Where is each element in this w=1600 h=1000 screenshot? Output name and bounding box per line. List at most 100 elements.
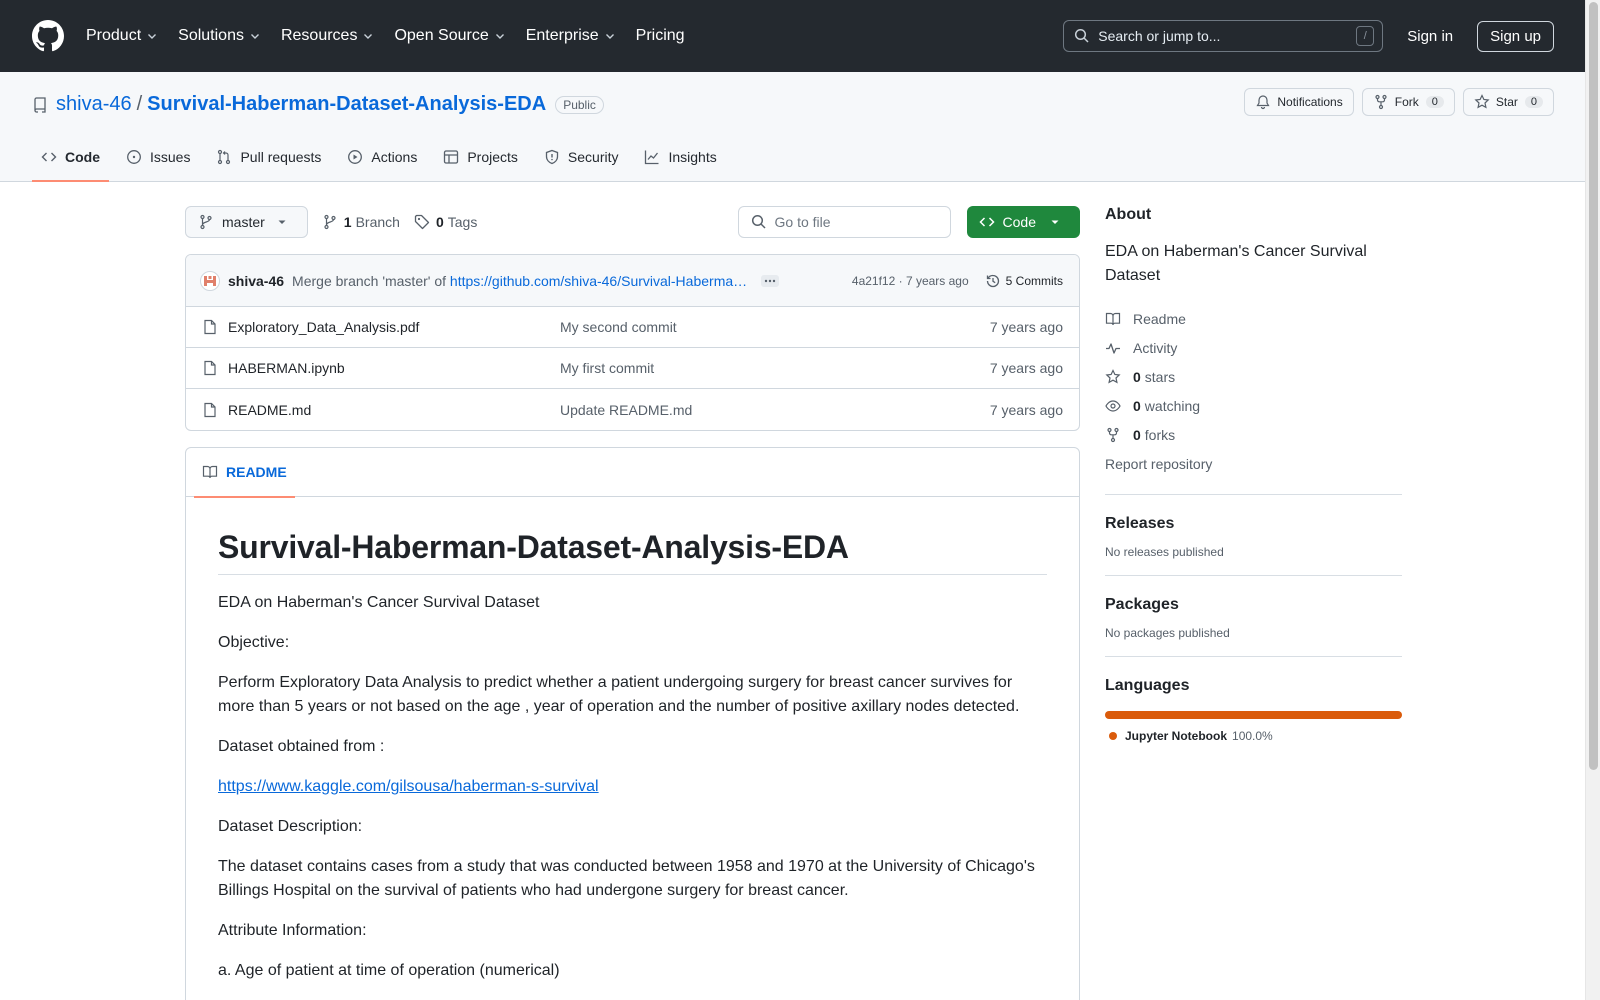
chevron-down-icon (364, 34, 373, 39)
nav-solutions[interactable]: Solutions (178, 27, 261, 45)
repo-icon (34, 96, 46, 113)
readme-link-label: Readme (1133, 310, 1186, 327)
tab-code[interactable]: Code (32, 133, 109, 182)
fork-label: Fork (1394, 95, 1419, 109)
tab-pull-requests-label: Pull requests (240, 149, 322, 165)
readme-paragraph: The dataset contains cases from a study … (218, 858, 1035, 899)
go-to-file-placeholder: Go to file (774, 214, 831, 230)
star-label: Star (1495, 95, 1518, 109)
shield-icon (545, 149, 559, 165)
nav-solutions-label: Solutions (178, 27, 244, 44)
file-name-link[interactable]: HABERMAN.ipynb (228, 360, 560, 376)
star-counter: 0 (1524, 96, 1543, 108)
page-scrollbar[interactable] (1585, 0, 1600, 1000)
stars-count: 0 (1133, 368, 1141, 385)
commit-message: Merge branch 'master' of https://github.… (292, 273, 747, 289)
file-icon (204, 360, 216, 376)
branch-selector[interactable]: master (185, 206, 308, 238)
scrollbar-thumb[interactable] (1589, 2, 1598, 770)
about-description: EDA on Haberman's Cancer Survival Datase… (1105, 243, 1367, 284)
commit-message-link[interactable]: https://github.com/shiva-46/Survival-Hab… (450, 273, 747, 289)
releases-empty-text: No releases published (1105, 545, 1224, 559)
file-row[interactable]: Exploratory_Data_Analysis.pdf My second … (186, 307, 1079, 348)
readme-link[interactable]: Readme (1105, 304, 1402, 333)
activity-link[interactable]: Activity (1105, 333, 1402, 362)
github-logo-icon[interactable] (32, 20, 86, 52)
languages-heading: Languages (1105, 677, 1190, 694)
watching-count: 0 (1133, 397, 1141, 414)
file-row[interactable]: HABERMAN.ipynb My first commit 7 years a… (186, 348, 1079, 389)
commits-count: 5 Commits (1005, 273, 1063, 288)
branches-link[interactable]: 1 Branch (322, 214, 400, 230)
tab-insights[interactable]: Insights (635, 133, 725, 181)
packages-heading[interactable]: Packages (1105, 596, 1402, 614)
caret-down-icon (278, 220, 286, 224)
report-repository-link[interactable]: Report repository (1105, 449, 1402, 478)
commit-author-link[interactable]: shiva-46 (228, 273, 284, 289)
tab-security[interactable]: Security (535, 133, 628, 181)
file-commit-age: 7 years ago (989, 401, 1063, 418)
commits-history-link[interactable]: 5 Commits (985, 273, 1063, 289)
language-color-dot (1109, 732, 1117, 740)
file-commit-message[interactable]: Update README.md (560, 402, 990, 418)
tab-projects[interactable]: Projects (434, 133, 527, 181)
forks-label: forks (1144, 426, 1176, 443)
file-commit-message[interactable]: My first commit (560, 360, 990, 376)
tab-projects-label: Projects (467, 149, 518, 165)
forks-link[interactable]: 0 forks (1105, 420, 1402, 449)
repo-header: shiva-46 / Survival-Haberman-Dataset-Ana… (0, 72, 1600, 182)
repo-name-link[interactable]: Survival-Haberman-Dataset-Analysis-EDA (147, 93, 546, 116)
file-name-link[interactable]: Exploratory_Data_Analysis.pdf (228, 319, 560, 335)
sign-in-link[interactable]: Sign in (1399, 22, 1461, 51)
stars-link[interactable]: 0 stars (1105, 362, 1402, 391)
file-name-link[interactable]: README.md (228, 402, 560, 418)
readme-paragraph: EDA on Haberman's Cancer Survival Datase… (218, 594, 540, 611)
star-button[interactable]: Star 0 (1462, 88, 1554, 116)
search-input[interactable]: Search or jump to... / (1063, 20, 1384, 52)
packages-empty-text: No packages published (1105, 626, 1230, 640)
file-commit-message[interactable]: My second commit (560, 319, 990, 335)
commit-hash-time[interactable]: 4a21f12 · 7 years ago (852, 274, 969, 288)
readme-panel: README Survival-Haberman-Dataset-Analysi… (185, 447, 1080, 1000)
tab-readme[interactable]: README (194, 448, 295, 498)
repo-main: master 1 Branch 0 Tags Go to file Code s… (185, 206, 1080, 1000)
expand-commit-message-button[interactable] (761, 274, 780, 287)
go-to-file-input[interactable]: Go to file (737, 206, 951, 238)
fork-button[interactable]: Fork 0 (1361, 88, 1455, 116)
global-header: Product Solutions Resources Open Source … (0, 0, 1600, 72)
language-name: Jupyter Notebook (1125, 729, 1228, 743)
code-dropdown-button[interactable]: Code (966, 206, 1080, 238)
issue-opened-icon (127, 150, 141, 164)
avatar[interactable] (200, 270, 220, 291)
tab-actions[interactable]: Actions (338, 133, 426, 181)
nav-open-source[interactable]: Open Source (394, 27, 505, 45)
file-commit-age: 7 years ago (989, 360, 1063, 376)
readme-content: Survival-Haberman-Dataset-Analysis-EDA E… (186, 497, 1079, 983)
releases-heading[interactable]: Releases (1105, 515, 1402, 533)
watchers-link[interactable]: 0 watching (1105, 391, 1402, 420)
repo-owner-link[interactable]: shiva-46 (56, 93, 132, 116)
code-icon (978, 217, 995, 227)
visibility-badge: Public (555, 95, 604, 114)
chevron-down-icon (605, 34, 614, 39)
dataset-source-link[interactable]: https://www.kaggle.com/gilsousa/haberman… (218, 778, 599, 795)
repo-tabs: Code Issues Pull requests Actions Projec… (32, 133, 734, 182)
tab-issues[interactable]: Issues (117, 133, 199, 181)
sign-up-button[interactable]: Sign up (1477, 20, 1554, 52)
language-item[interactable]: Jupyter Notebook 100.0% (1105, 729, 1402, 743)
nav-resources[interactable]: Resources (281, 27, 374, 45)
notifications-button[interactable]: Notifications (1244, 88, 1354, 116)
tags-link[interactable]: 0 Tags (414, 214, 477, 230)
readme-paragraph: Attribute Information: (218, 922, 367, 939)
file-browser: shiva-46 Merge branch 'master' of https:… (185, 254, 1080, 431)
readme-paragraph: Dataset Description: (218, 818, 363, 835)
nav-product[interactable]: Product (86, 27, 158, 45)
nav-enterprise[interactable]: Enterprise (526, 27, 616, 45)
pulse-icon (1106, 342, 1120, 354)
nav-pricing[interactable]: Pricing (636, 27, 685, 45)
history-icon (986, 274, 999, 287)
tab-pull-requests[interactable]: Pull requests (207, 133, 330, 181)
repo-title: shiva-46 / Survival-Haberman-Dataset-Ana… (32, 93, 604, 116)
file-row[interactable]: README.md Update README.md 7 years ago (186, 389, 1079, 430)
book-icon (1105, 312, 1121, 325)
